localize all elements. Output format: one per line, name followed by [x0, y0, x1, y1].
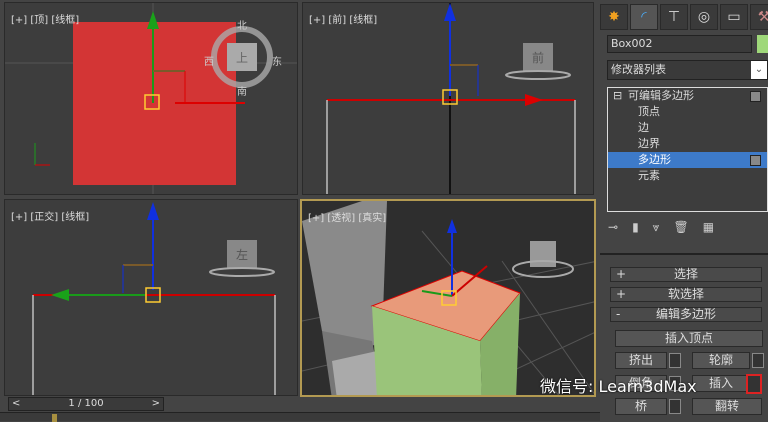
- stack-item-border[interactable]: 边界: [608, 136, 767, 152]
- make-unique-icon[interactable]: ⩔: [653, 220, 660, 235]
- display-icon: ▭: [727, 9, 741, 25]
- hammer-icon: ⚒: [757, 9, 768, 25]
- stack-label: 可编辑多边形: [628, 89, 694, 102]
- timeline-track[interactable]: [0, 412, 600, 422]
- tab-utilities[interactable]: ⚒: [750, 4, 768, 30]
- tab-display[interactable]: ▭: [720, 4, 748, 30]
- viewport-front[interactable]: [+] [前] [线框] 前: [302, 2, 594, 195]
- chevron-down-icon[interactable]: ⌄: [751, 61, 767, 79]
- stack-item-edge[interactable]: 边: [608, 120, 767, 136]
- modifier-stack: ⊟ 可编辑多边形 顶点 边 边界 多边形 元素: [607, 87, 768, 212]
- modifier-list-dropdown[interactable]: 修改器列表 ⌄: [607, 60, 768, 80]
- inset-button[interactable]: 插入: [692, 375, 750, 392]
- show-end-result-icon[interactable]: ▮: [632, 220, 639, 235]
- inset-settings-button[interactable]: [746, 374, 762, 394]
- command-panel: ✸ ◜ ⊤ ◎ ▭ ⚒ Box002 修改器列表 ⌄ ⊟ 可编辑多边形 顶点 边 …: [600, 0, 768, 421]
- extrude-button[interactable]: 挤出: [615, 352, 667, 369]
- viewport-perspective[interactable]: [+] [透视] [真实]: [300, 199, 596, 397]
- motion-icon: ◎: [697, 9, 711, 25]
- tab-modify[interactable]: ◜: [630, 4, 658, 30]
- pin-stack-icon[interactable]: ⊸: [608, 220, 618, 235]
- flip-button[interactable]: 翻转: [692, 398, 762, 415]
- bridge-button[interactable]: 桥: [615, 398, 667, 415]
- extrude-settings-button[interactable]: [669, 353, 681, 368]
- next-frame-button[interactable]: >: [152, 398, 160, 410]
- rollout-edit-polygons[interactable]: - 编辑多边形: [610, 307, 762, 322]
- selection-indicator: [750, 155, 761, 166]
- stack-label: 元素: [638, 169, 660, 182]
- tab-hierarchy[interactable]: ⊤: [660, 4, 688, 30]
- modifier-list-label: 修改器列表: [611, 63, 666, 76]
- object-color-swatch[interactable]: [757, 35, 768, 53]
- watermark: 微信号: Learn3dMax: [540, 377, 697, 396]
- stack-item-polygon[interactable]: 多边形: [608, 152, 767, 168]
- remove-modifier-icon[interactable]: 🗑: [673, 220, 688, 235]
- viewport-left-scene: 左: [32, 202, 276, 395]
- viewport-top[interactable]: [+] [顶] [线框] 上 北 南 东 西: [4, 2, 298, 195]
- viewcube-label: 上: [236, 51, 248, 65]
- tab-create[interactable]: ✸: [600, 4, 628, 30]
- stack-label: 顶点: [638, 105, 660, 118]
- viewport-perspective-scene: [302, 201, 594, 395]
- stack-label: 边界: [638, 137, 660, 150]
- sun-icon: ✸: [608, 9, 620, 25]
- viewport-label[interactable]: [+] [透视] [真实]: [308, 209, 386, 224]
- viewport-front-scene: 前: [326, 3, 576, 194]
- svg-text:南: 南: [237, 85, 247, 98]
- time-slider[interactable]: < 1 / 100 >: [8, 397, 164, 411]
- stack-label: 边: [638, 121, 649, 134]
- stack-item-editable-poly[interactable]: ⊟ 可编辑多边形: [608, 88, 767, 104]
- divider: [600, 253, 768, 255]
- svg-text:东: 东: [272, 55, 282, 68]
- outline-settings-button[interactable]: [752, 353, 764, 368]
- rollout-soft-selection[interactable]: + 软选择: [610, 287, 762, 302]
- viewport-label[interactable]: [+] [正交] [线框]: [11, 208, 89, 223]
- viewport-top-scene: 上 北 南 东 西: [5, 3, 297, 194]
- rollout-selection[interactable]: + 选择: [610, 267, 762, 282]
- object-name-input[interactable]: Box002: [607, 35, 752, 53]
- tab-motion[interactable]: ◎: [690, 4, 718, 30]
- stack-item-vertex[interactable]: 顶点: [608, 104, 767, 120]
- prev-frame-button[interactable]: <: [12, 398, 20, 410]
- frame-counter: 1 / 100: [68, 398, 104, 409]
- viewport-label[interactable]: [+] [顶] [线框]: [11, 11, 79, 26]
- viewport-left[interactable]: [+] [正交] [线框] 左: [4, 199, 298, 396]
- stack-item-element[interactable]: 元素: [608, 168, 767, 184]
- light-bulb-toggle[interactable]: [750, 91, 761, 102]
- outline-button[interactable]: 轮廓: [692, 352, 750, 369]
- viewcube-label: 前: [532, 50, 544, 65]
- modify-arc-icon: ◜: [641, 9, 647, 25]
- stack-label: 多边形: [638, 153, 671, 166]
- collapse-icon[interactable]: ⊟: [613, 88, 622, 104]
- bridge-settings-button[interactable]: [669, 399, 681, 414]
- viewcube-label: 左: [236, 247, 248, 262]
- insert-vertex-button[interactable]: 插入顶点: [615, 330, 763, 347]
- viewport-label[interactable]: [+] [前] [线框]: [309, 11, 377, 26]
- svg-text:北: 北: [237, 20, 247, 32]
- svg-text:西: 西: [204, 57, 214, 68]
- hierarchy-icon: ⊤: [667, 9, 681, 25]
- configure-modifier-sets-icon[interactable]: ▦: [703, 220, 714, 235]
